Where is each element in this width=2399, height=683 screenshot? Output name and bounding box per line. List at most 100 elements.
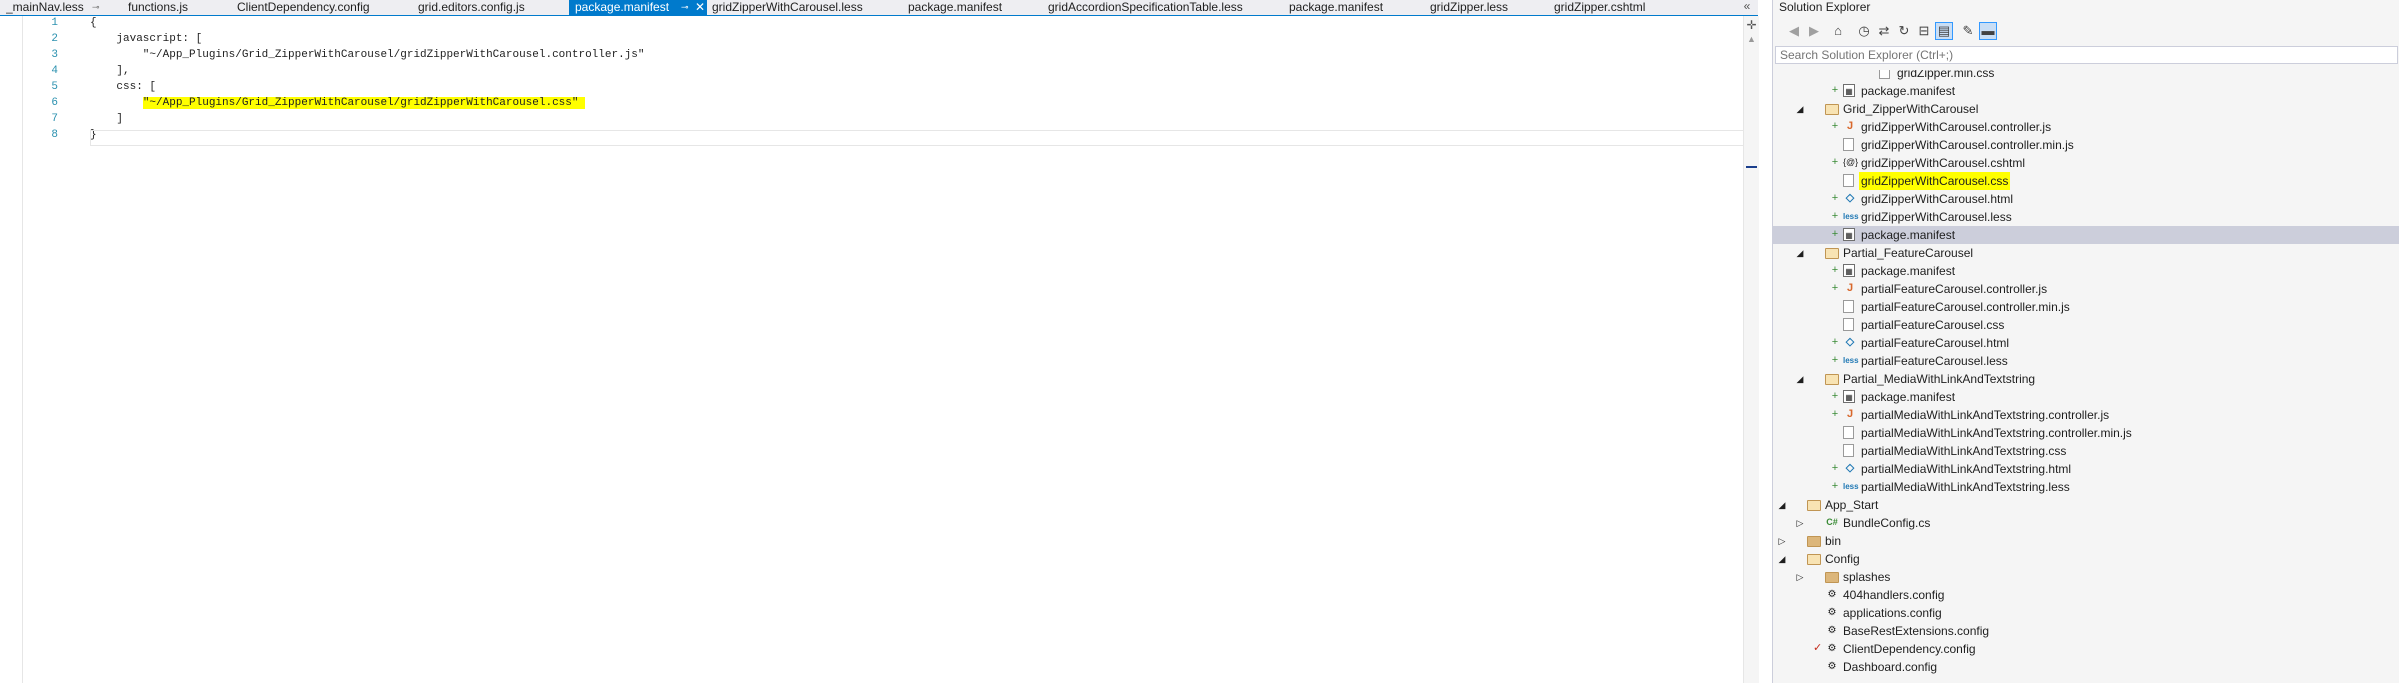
tree-item[interactable]: ◢ Config [1773, 550, 2399, 568]
code-editor[interactable]: _mainNav.less ⊸ functions.js ClientDependen… [0, 0, 1759, 683]
pending-changes-icon[interactable]: ◷ [1855, 22, 1873, 40]
document-tab[interactable]: package.manifest ⊸ ✕ [569, 0, 707, 15]
editor-vertical-scrollbar[interactable]: ✛ ▲ [1743, 16, 1759, 683]
expanded-arrow-icon[interactable]: ◢ [1795, 102, 1805, 116]
show-all-files-icon[interactable]: ▤ [1935, 22, 1953, 40]
tree-item-label: ClientDependency.config [1843, 642, 1976, 656]
document-tab[interactable]: gridZipper.less [1430, 0, 1538, 15]
document-tab[interactable]: gridZipper.cshtml [1554, 0, 1674, 15]
tree-item[interactable]: ◢ App_Start [1773, 496, 2399, 514]
tree-item[interactable]: partialFeatureCarousel.controller.min.js [1773, 298, 2399, 316]
properties-icon[interactable]: ✎ [1959, 22, 1977, 40]
preview-icon[interactable]: ▬ [1979, 22, 1997, 40]
line-number: 2 [51, 33, 58, 45]
tree-item[interactable]: ⚙ Dashboard.config [1773, 658, 2399, 676]
chevrons-left-icon[interactable]: « [1736, 0, 1758, 15]
document-tab[interactable]: gridAccordionSpecificationTable.less [1048, 0, 1270, 15]
tree-item[interactable]: partialMediaWithLinkAndTextstring.css [1773, 442, 2399, 460]
pin-icon[interactable]: ⊸ [92, 0, 100, 14]
code-line[interactable]: { [90, 15, 97, 31]
file-icon [1843, 444, 1854, 457]
folder-icon [1807, 536, 1821, 547]
tree-item[interactable]: + ▦ package.manifest [1773, 262, 2399, 280]
code-line[interactable]: javascript: [ [90, 31, 202, 47]
tree-item[interactable]: ▷ splashes [1773, 568, 2399, 586]
collapsed-arrow-icon[interactable]: ▷ [1777, 534, 1787, 548]
document-tab[interactable]: package.manifest [1289, 0, 1414, 15]
tree-item[interactable]: + less partialMediaWithLinkAndTextstring.l… [1773, 478, 2399, 496]
expanded-arrow-icon[interactable]: ◢ [1795, 372, 1805, 386]
tree-item[interactable]: + ▦ package.manifest [1773, 226, 2399, 244]
tree-item[interactable]: + ◇ gridZipperWithCarousel.html [1773, 190, 2399, 208]
tree-item[interactable]: ◢ Grid_ZipperWithCarousel [1773, 100, 2399, 118]
tree-item-label: 404handlers.config [1843, 588, 1945, 602]
highlighted-text[interactable]: "~/App_Plugins/Grid_ZipperWithCarousel/g… [142, 97, 586, 109]
tree-item[interactable]: + ▦ package.manifest [1773, 82, 2399, 100]
document-tab[interactable]: ClientDependency.config [237, 0, 382, 15]
tree-item[interactable]: ◢ Partial_MediaWithLinkAndTextstring [1773, 370, 2399, 388]
back-icon[interactable]: ◀ [1785, 22, 1803, 40]
tree-item[interactable]: ◢ Partial_FeatureCarousel [1773, 244, 2399, 262]
manifest-file-icon: ▦ [1843, 228, 1855, 241]
folder-open-icon [1807, 500, 1821, 511]
tree-item[interactable]: + JgridZipperWithCarousel.controller.js [1773, 118, 2399, 136]
tree-item[interactable]: + less gridZipperWithCarousel.less [1773, 208, 2399, 226]
line-number: 6 [51, 97, 58, 109]
tree-item[interactable]: partialMediaWithLinkAndTextstring.contro… [1773, 424, 2399, 442]
tree-item-label: Dashboard.config [1843, 660, 1938, 674]
code-line[interactable]: css: [ [90, 79, 156, 95]
manifest-file-icon: ▦ [1843, 264, 1855, 277]
code-line[interactable]: "~/App_Plugins/Grid_ZipperWithCarousel/g… [90, 47, 645, 63]
tree-item-label: Partial_FeatureCarousel [1843, 246, 1974, 260]
tree-item[interactable]: ⚙ BaseRestExtensions.config [1773, 622, 2399, 640]
solution-tree[interactable]: gridZipper.min.css + ▦ package.manifest ◢ Gri… [1773, 70, 2399, 683]
code-line[interactable]: ], [90, 63, 129, 79]
tree-item[interactable]: + JpartialMediaWithLinkAndTextstring.cont… [1773, 406, 2399, 424]
document-tab[interactable]: _mainNav.less ⊸ [6, 0, 100, 15]
expanded-arrow-icon[interactable]: ◢ [1777, 498, 1787, 512]
tree-item[interactable]: + ◇ partialFeatureCarousel.html [1773, 334, 2399, 352]
close-icon[interactable]: ✕ [695, 0, 705, 14]
split-window-icon[interactable]: ✛ [1744, 18, 1759, 34]
document-tab[interactable]: gridZipperWithCarousel.less [712, 0, 897, 15]
tree-item[interactable]: ▷ C# BundleConfig.cs [1773, 514, 2399, 532]
tree-item[interactable]: + less partialFeatureCarousel.less [1773, 352, 2399, 370]
home-icon[interactable]: ⌂ [1829, 22, 1847, 40]
scroll-up-arrow-icon[interactable]: ▲ [1744, 34, 1759, 46]
expanded-arrow-icon[interactable]: ◢ [1777, 552, 1787, 566]
search-input[interactable] [1776, 47, 2397, 63]
checked-out-icon: ✓ [1813, 642, 1823, 654]
document-tab[interactable]: package.manifest [908, 0, 1028, 15]
file-icon [1843, 174, 1854, 187]
tree-item[interactable]: gridZipperWithCarousel.controller.min.js [1773, 136, 2399, 154]
search-box[interactable] [1775, 46, 2398, 64]
collapse-all-icon[interactable]: ⊟ [1915, 22, 1933, 40]
tree-item[interactable]: gridZipper.min.css [1773, 70, 2399, 82]
forward-icon[interactable]: ▶ [1805, 22, 1823, 40]
document-tab[interactable]: functions.js [128, 0, 218, 15]
tree-item-label: package.manifest [1861, 264, 1956, 278]
expanded-arrow-icon[interactable]: ◢ [1795, 246, 1805, 260]
tree-item[interactable]: gridZipperWithCarousel.css [1773, 172, 2399, 190]
code-line[interactable]: ] [90, 111, 123, 127]
folder-open-icon [1807, 554, 1821, 565]
tree-item[interactable]: + ◇ partialMediaWithLinkAndTextstring.html [1773, 460, 2399, 478]
collapsed-arrow-icon[interactable]: ▷ [1795, 570, 1805, 584]
tree-item[interactable]: + {@} gridZipperWithCarousel.cshtml [1773, 154, 2399, 172]
document-tab[interactable]: grid.editors.config.js [418, 0, 543, 15]
tree-item[interactable]: partialFeatureCarousel.css [1773, 316, 2399, 334]
tree-item[interactable]: + JpartialFeatureCarousel.controller.js [1773, 280, 2399, 298]
collapsed-arrow-icon[interactable]: ▷ [1795, 516, 1805, 530]
code-line[interactable]: "~/App_Plugins/Grid_ZipperWithCarousel/g… [90, 95, 586, 111]
pin-icon[interactable]: ⊸ [681, 0, 689, 14]
tree-item[interactable]: ✓ ⚙ ClientDependency.config [1773, 640, 2399, 658]
tree-item[interactable]: ⚙ applications.config [1773, 604, 2399, 622]
tree-item[interactable]: ▷ bin [1773, 532, 2399, 550]
pending-add-icon: + [1831, 228, 1839, 240]
tree-item[interactable]: + ▦ package.manifest [1773, 388, 2399, 406]
refresh-icon[interactable]: ↻ [1895, 22, 1913, 40]
tree-item-label: partialFeatureCarousel.html [1861, 336, 2010, 350]
tree-item[interactable]: ⚙ 404handlers.config [1773, 586, 2399, 604]
pending-add-icon: + [1831, 390, 1839, 402]
sync-icon[interactable]: ⇄ [1875, 22, 1893, 40]
